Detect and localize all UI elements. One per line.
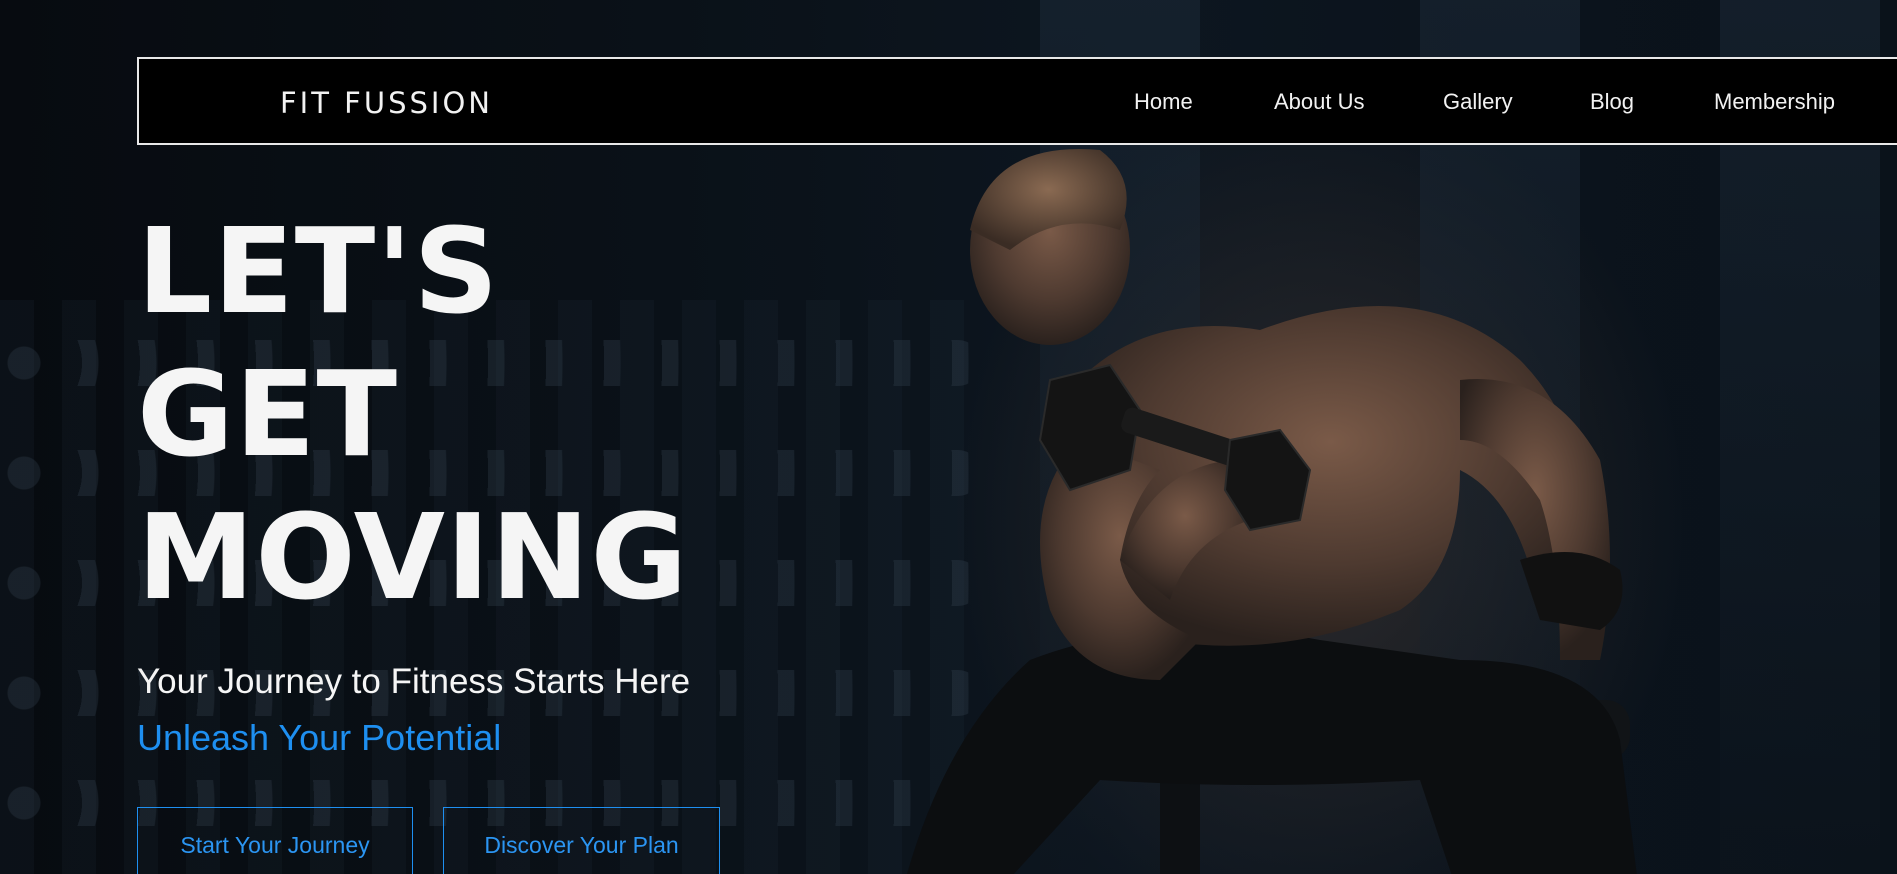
hero-headline: LET'S GET MOVING: [137, 200, 688, 629]
nav-links: Home About Us Gallery Blog Membership: [139, 89, 1897, 119]
hero-background-image: [907, 149, 1637, 874]
nav-link-blog[interactable]: Blog: [1590, 89, 1634, 115]
button-label: Discover Your Plan: [484, 832, 679, 858]
discover-your-plan-button[interactable]: Discover Your Plan: [443, 807, 720, 874]
headline-line: GET: [137, 345, 398, 483]
hero-section: FIT FUSSION Home About Us Gallery Blog M…: [0, 0, 1897, 874]
headline-line: LET'S: [137, 202, 500, 340]
start-your-journey-button[interactable]: Start Your Journey: [137, 807, 413, 874]
button-label: Start Your Journey: [180, 832, 370, 858]
hero-subtitle: Your Journey to Fitness Starts Here: [137, 662, 691, 701]
headline-line: MOVING: [137, 488, 689, 626]
nav-link-membership[interactable]: Membership: [1714, 89, 1835, 115]
top-navbar: FIT FUSSION Home About Us Gallery Blog M…: [137, 57, 1897, 145]
hero-tagline: Unleash Your Potential: [137, 717, 502, 758]
nav-link-home[interactable]: Home: [1134, 89, 1193, 115]
nav-link-about-us[interactable]: About Us: [1274, 89, 1365, 115]
nav-link-gallery[interactable]: Gallery: [1443, 89, 1513, 115]
